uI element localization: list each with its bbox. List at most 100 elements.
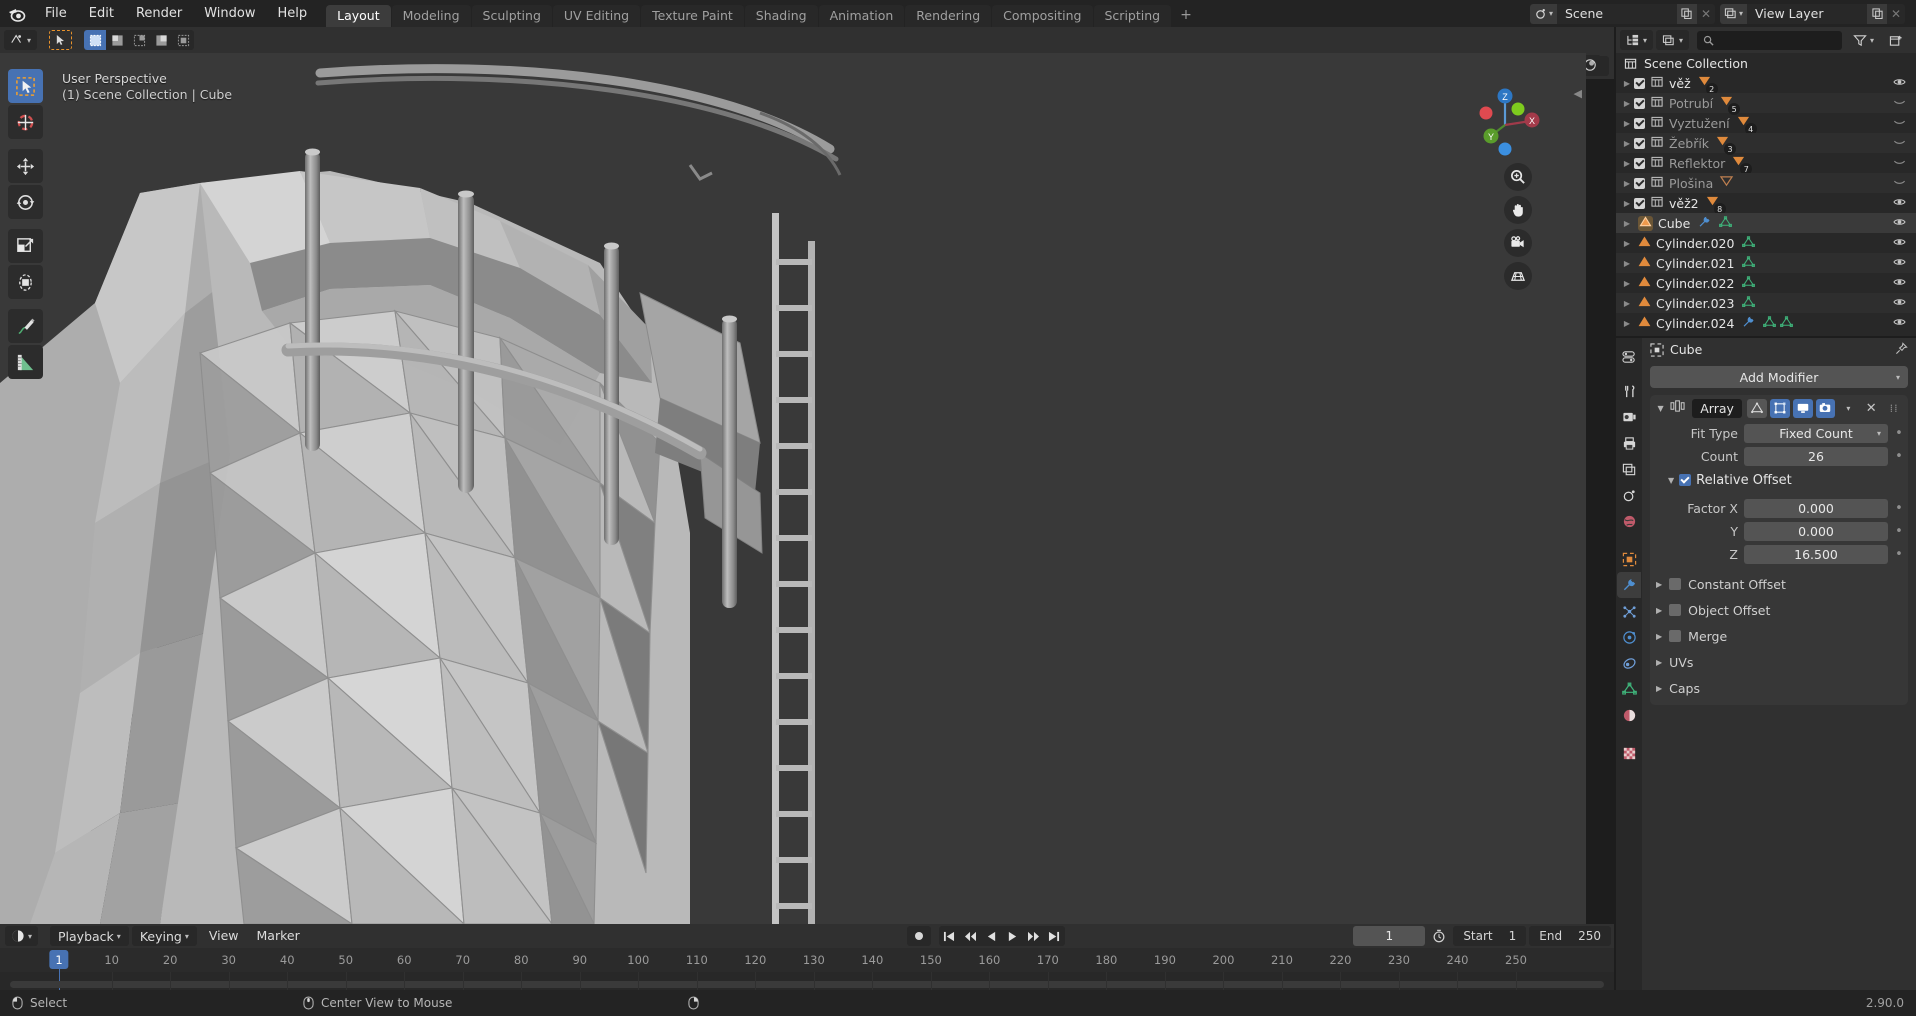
outliner-row-vyztu-en-[interactable]: ▶Vyztužení4 bbox=[1616, 113, 1916, 133]
end-frame-field[interactable]: End 250 bbox=[1529, 926, 1611, 946]
outliner-item-label[interactable]: věž bbox=[1669, 76, 1691, 91]
tab-rendering[interactable]: Rendering bbox=[905, 5, 991, 27]
view-layer-icon[interactable]: ▾ bbox=[1720, 4, 1747, 24]
visibility-toggle-icon[interactable] bbox=[1893, 276, 1906, 291]
scene-icon[interactable]: ▾ bbox=[1530, 4, 1557, 24]
modifier-indicator-icon[interactable] bbox=[1698, 216, 1711, 231]
zoom-icon[interactable] bbox=[1504, 163, 1532, 191]
expand-icon[interactable]: ▶ bbox=[1620, 139, 1634, 148]
tab-world-icon[interactable] bbox=[1617, 508, 1641, 534]
breadcrumb-object-name[interactable]: Cube bbox=[1670, 342, 1702, 357]
timeline-menu-playback[interactable]: Playback▾ bbox=[50, 926, 129, 946]
outliner-row-v-[interactable]: ▶věž2 bbox=[1616, 73, 1916, 93]
mesh-data-icon[interactable] bbox=[1763, 316, 1776, 331]
properties-editor-type-selector[interactable] bbox=[1617, 344, 1641, 370]
expand-icon[interactable]: ▶ bbox=[1620, 239, 1634, 248]
tab-output-icon[interactable] bbox=[1617, 430, 1641, 456]
factor-y-field[interactable]: 0.000 bbox=[1744, 522, 1888, 541]
modifier-expand-icon[interactable]: ▼ bbox=[1654, 404, 1667, 413]
outliner-item-label[interactable]: Žebřík bbox=[1669, 136, 1709, 151]
section-expand-icon[interactable]: ▶ bbox=[1656, 632, 1662, 641]
pan-icon[interactable] bbox=[1504, 196, 1532, 224]
modifier-extras-menu[interactable]: ▾ bbox=[1838, 399, 1858, 418]
tab-scene-icon[interactable] bbox=[1617, 482, 1641, 508]
outliner-row-cylinder-022[interactable]: ▶Cylinder.022 bbox=[1616, 273, 1916, 293]
ortho-persp-icon[interactable] bbox=[1504, 262, 1532, 290]
timeline-editor-type-selector[interactable]: ▾ bbox=[5, 926, 38, 946]
timeline-current-frame-marker[interactable]: 1 bbox=[49, 950, 68, 969]
modifier-render-toggle[interactable] bbox=[1816, 399, 1836, 418]
outliner-item-label[interactable]: Cylinder.020 bbox=[1656, 236, 1734, 251]
modifier-section-uvs[interactable]: ▶UVs bbox=[1650, 649, 1908, 675]
tab-modifier-icon[interactable] bbox=[1617, 572, 1641, 598]
modifier-delete-button[interactable]: ✕ bbox=[1861, 399, 1881, 418]
timeline-scrollbar[interactable] bbox=[10, 981, 1604, 988]
next-keyframe-button[interactable] bbox=[1023, 926, 1044, 946]
transform-tool[interactable] bbox=[8, 265, 43, 299]
jump-to-end-button[interactable] bbox=[1044, 926, 1065, 946]
menu-file[interactable]: File bbox=[34, 3, 78, 25]
expand-icon[interactable]: ▶ bbox=[1620, 79, 1634, 88]
outliner-item-label[interactable]: Reflektor bbox=[1669, 156, 1725, 171]
expand-icon[interactable]: ▶ bbox=[1620, 179, 1634, 188]
visibility-toggle-icon[interactable] bbox=[1893, 196, 1906, 211]
outliner-filter-button[interactable]: ▾ bbox=[1847, 30, 1880, 50]
timeline-body[interactable]: 1020304050607080901001101201301401501601… bbox=[0, 948, 1616, 990]
outliner-row-cube[interactable]: ▶Cube bbox=[1616, 213, 1916, 233]
expand-icon[interactable]: ▶ bbox=[1620, 159, 1634, 168]
visibility-toggle-icon[interactable] bbox=[1893, 216, 1906, 231]
annotate-tool[interactable] bbox=[8, 309, 43, 343]
new-view-layer-button[interactable] bbox=[1867, 4, 1887, 24]
section-checkbox[interactable] bbox=[1669, 604, 1681, 616]
modifier-section-merge[interactable]: ▶Merge bbox=[1650, 623, 1908, 649]
mesh-data-icon[interactable] bbox=[1719, 216, 1732, 231]
outliner-rows[interactable]: Scene Collection ▶věž2▶Potrubí5▶Vyztužen… bbox=[1616, 53, 1916, 338]
modifier-drag-handle[interactable]: ⁞⁞ bbox=[1884, 399, 1904, 418]
outliner-row-potrub-[interactable]: ▶Potrubí5 bbox=[1616, 93, 1916, 113]
visibility-toggle-icon[interactable] bbox=[1893, 96, 1906, 111]
menu-window[interactable]: Window bbox=[193, 3, 266, 25]
scene-name-field[interactable]: Scene bbox=[1557, 6, 1677, 21]
tab-modeling[interactable]: Modeling bbox=[392, 5, 471, 27]
modifier-realtime-toggle[interactable] bbox=[1793, 399, 1813, 418]
outliner-row-cylinder-024[interactable]: ▶Cylinder.024 bbox=[1616, 313, 1916, 333]
tab-physics-icon[interactable] bbox=[1617, 624, 1641, 650]
rotate-tool[interactable] bbox=[8, 185, 43, 219]
outliner-search-input[interactable] bbox=[1697, 31, 1842, 50]
play-button[interactable] bbox=[1002, 926, 1023, 946]
select-box-tool[interactable] bbox=[8, 69, 43, 103]
modifier-name-field[interactable]: Array bbox=[1692, 399, 1742, 418]
factor-x-animate-dot[interactable]: • bbox=[1894, 501, 1904, 516]
add-workspace-button[interactable]: + bbox=[1172, 5, 1200, 27]
visibility-toggle-icon[interactable] bbox=[1893, 316, 1906, 331]
outliner-row-v-2[interactable]: ▶věž28 bbox=[1616, 193, 1916, 213]
modifier-section-object-offset[interactable]: ▶Object Offset bbox=[1650, 597, 1908, 623]
timeline-menu-view[interactable]: View bbox=[200, 926, 248, 946]
timeline-menu-keying[interactable]: Keying▾ bbox=[132, 926, 197, 946]
collection-checkbox[interactable] bbox=[1634, 118, 1645, 129]
scene-selector[interactable]: ▾ Scene ✕ bbox=[1530, 4, 1715, 24]
modifier-edit-mode-toggle[interactable] bbox=[1770, 399, 1790, 418]
relative-offset-checkbox[interactable] bbox=[1679, 474, 1691, 486]
tab-layout[interactable]: Layout bbox=[326, 5, 391, 27]
section-expand-icon[interactable]: ▶ bbox=[1656, 606, 1662, 615]
play-reverse-button[interactable] bbox=[981, 926, 1002, 946]
outliner-display-mode-selector[interactable]: ▾ bbox=[1656, 30, 1689, 50]
section-expand-icon[interactable]: ▶ bbox=[1656, 684, 1662, 693]
expand-icon[interactable]: ▶ bbox=[1620, 259, 1634, 268]
outliner-item-label[interactable]: Cylinder.023 bbox=[1656, 296, 1734, 311]
expand-icon[interactable]: ▶ bbox=[1620, 119, 1634, 128]
factor-z-animate-dot[interactable]: • bbox=[1894, 547, 1904, 562]
modifier-section-constant-offset[interactable]: ▶Constant Offset bbox=[1650, 571, 1908, 597]
tab-sculpting[interactable]: Sculpting bbox=[472, 5, 552, 27]
visibility-toggle-icon[interactable] bbox=[1893, 236, 1906, 251]
start-frame-field[interactable]: Start 1 bbox=[1453, 926, 1526, 946]
tab-uv-editing[interactable]: UV Editing bbox=[553, 5, 640, 27]
menu-edit[interactable]: Edit bbox=[78, 3, 125, 25]
section-checkbox[interactable] bbox=[1669, 630, 1681, 642]
outliner-item-label[interactable]: Potrubí bbox=[1669, 96, 1713, 111]
outliner-row-cylinder-020[interactable]: ▶ Cylinder.020 bbox=[1616, 233, 1916, 253]
editor-type-selector[interactable]: ▾ bbox=[4, 30, 37, 50]
collection-checkbox[interactable] bbox=[1634, 98, 1645, 109]
count-animate-dot[interactable]: • bbox=[1894, 449, 1904, 464]
